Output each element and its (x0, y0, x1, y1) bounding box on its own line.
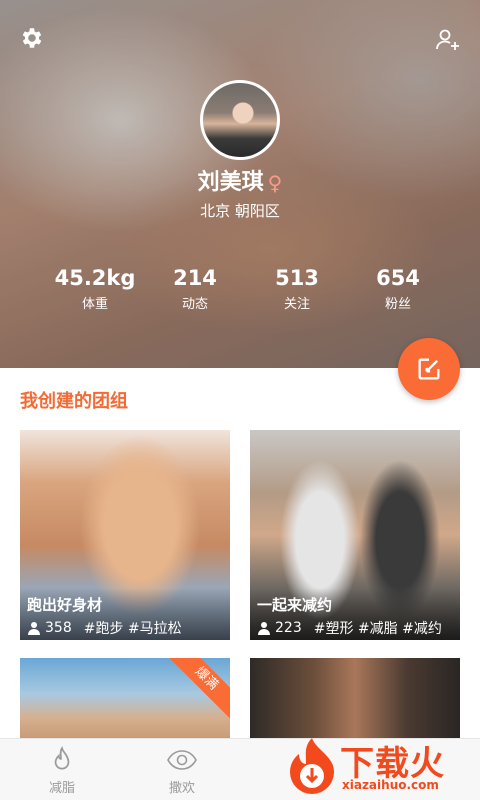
profile-header: 刘美琪 ♀ 北京 朝阳区 45.2kg 体重 214 动态 513 关注 654 … (0, 0, 480, 368)
eye-icon (167, 750, 197, 770)
add-user-icon (436, 29, 459, 50)
group-meta: 358 #跑步 #马拉松 (27, 618, 182, 638)
watermark-logo: 下载火 xiazaihuo.com (282, 732, 478, 800)
user-name-text: 刘美琪 (197, 170, 264, 195)
group-tags: #塑形 #减脂 #减约 (313, 621, 442, 637)
flame-icon (54, 746, 70, 770)
profile-stats: 45.2kg 体重 214 动态 513 关注 654 粉丝 (0, 266, 480, 316)
edit-icon (418, 358, 440, 380)
gear-icon (22, 28, 42, 48)
nav-label: 减脂 (48, 781, 75, 796)
full-badge: 爆满 (165, 658, 230, 720)
group-card[interactable]: 爆满 (20, 658, 230, 738)
person-icon (258, 622, 270, 635)
group-card[interactable] (250, 658, 460, 738)
female-icon: ♀ (267, 171, 283, 195)
section-title: 我创建的团组 (20, 391, 128, 412)
stat-label: 粉丝 (384, 297, 411, 312)
group-card-running[interactable]: 跑出好身材 358 #跑步 #马拉松 (20, 430, 230, 640)
member-count: 358 (45, 620, 72, 636)
avatar[interactable] (200, 80, 280, 160)
group-title: 跑出好身材 (27, 596, 103, 614)
nav-label: 撒欢 (168, 781, 195, 796)
nav-item-fat-loss[interactable]: 减脂 (22, 745, 102, 796)
edit-button[interactable] (398, 338, 460, 400)
watermark-url: xiazaihuo.com (342, 778, 439, 792)
group-title: 一起来减约 (257, 596, 333, 614)
user-name: 刘美琪 ♀ (0, 164, 480, 196)
person-icon (28, 622, 40, 635)
stat-followers[interactable]: 654 粉丝 (338, 266, 458, 312)
settings-button[interactable] (12, 18, 52, 58)
nav-item-explore[interactable]: 撒欢 (142, 745, 222, 796)
group-tags: #跑步 #马拉松 (83, 621, 182, 637)
stat-value: 654 (376, 266, 420, 290)
member-count: 223 (275, 620, 302, 636)
flame-logo-icon (290, 738, 334, 794)
group-card-together[interactable]: 一起来减约 223 #塑形 #减脂 #减约 (250, 430, 460, 640)
group-meta: 223 #塑形 #减脂 #减约 (257, 618, 442, 638)
user-location: 北京 朝阳区 (200, 202, 280, 220)
add-friend-button[interactable] (428, 20, 468, 60)
